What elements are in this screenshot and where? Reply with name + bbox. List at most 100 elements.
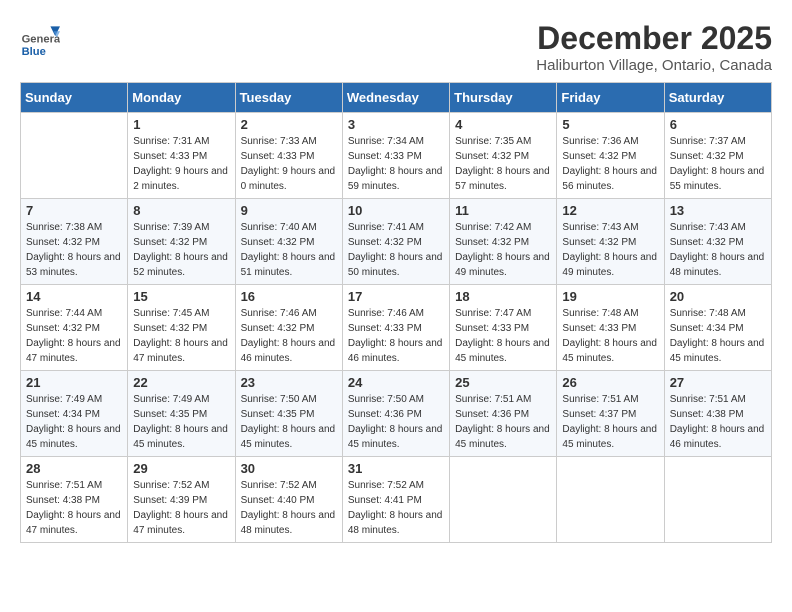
calendar-week-row: 14 Sunrise: 7:44 AMSunset: 4:32 PMDaylig…: [21, 285, 772, 371]
calendar-table: SundayMondayTuesdayWednesdayThursdayFrid…: [20, 82, 772, 543]
day-info: Sunrise: 7:46 AMSunset: 4:33 PMDaylight:…: [348, 308, 443, 364]
day-info: Sunrise: 7:48 AMSunset: 4:33 PMDaylight:…: [562, 308, 657, 364]
weekday-header-row: SundayMondayTuesdayWednesdayThursdayFrid…: [21, 83, 772, 113]
day-info: Sunrise: 7:34 AMSunset: 4:33 PMDaylight:…: [348, 136, 443, 192]
calendar-day-cell: 7 Sunrise: 7:38 AMSunset: 4:32 PMDayligh…: [21, 199, 128, 285]
weekday-header-wednesday: Wednesday: [342, 83, 449, 113]
calendar-day-cell: 26 Sunrise: 7:51 AMSunset: 4:37 PMDaylig…: [557, 371, 664, 457]
svg-text:Blue: Blue: [22, 46, 46, 58]
calendar-day-cell: 3 Sunrise: 7:34 AMSunset: 4:33 PMDayligh…: [342, 113, 449, 199]
calendar-day-cell: [450, 457, 557, 543]
calendar-day-cell: 10 Sunrise: 7:41 AMSunset: 4:32 PMDaylig…: [342, 199, 449, 285]
weekday-header-sunday: Sunday: [21, 83, 128, 113]
calendar-day-cell: 30 Sunrise: 7:52 AMSunset: 4:40 PMDaylig…: [235, 457, 342, 543]
calendar-day-cell: 13 Sunrise: 7:43 AMSunset: 4:32 PMDaylig…: [664, 199, 771, 285]
day-info: Sunrise: 7:49 AMSunset: 4:34 PMDaylight:…: [26, 394, 121, 450]
calendar-day-cell: 12 Sunrise: 7:43 AMSunset: 4:32 PMDaylig…: [557, 199, 664, 285]
day-number: 1: [133, 117, 229, 132]
day-number: 10: [348, 203, 444, 218]
calendar-day-cell: 31 Sunrise: 7:52 AMSunset: 4:41 PMDaylig…: [342, 457, 449, 543]
day-number: 17: [348, 289, 444, 304]
calendar-day-cell: 22 Sunrise: 7:49 AMSunset: 4:35 PMDaylig…: [128, 371, 235, 457]
day-info: Sunrise: 7:40 AMSunset: 4:32 PMDaylight:…: [241, 222, 336, 278]
weekday-header-friday: Friday: [557, 83, 664, 113]
day-number: 18: [455, 289, 551, 304]
weekday-header-thursday: Thursday: [450, 83, 557, 113]
weekday-header-monday: Monday: [128, 83, 235, 113]
day-info: Sunrise: 7:47 AMSunset: 4:33 PMDaylight:…: [455, 308, 550, 364]
day-number: 29: [133, 461, 229, 476]
calendar-day-cell: 4 Sunrise: 7:35 AMSunset: 4:32 PMDayligh…: [450, 113, 557, 199]
calendar-day-cell: 24 Sunrise: 7:50 AMSunset: 4:36 PMDaylig…: [342, 371, 449, 457]
day-info: Sunrise: 7:48 AMSunset: 4:34 PMDaylight:…: [670, 308, 765, 364]
calendar-day-cell: 18 Sunrise: 7:47 AMSunset: 4:33 PMDaylig…: [450, 285, 557, 371]
day-number: 4: [455, 117, 551, 132]
day-info: Sunrise: 7:46 AMSunset: 4:32 PMDaylight:…: [241, 308, 336, 364]
day-info: Sunrise: 7:43 AMSunset: 4:32 PMDaylight:…: [670, 222, 765, 278]
day-info: Sunrise: 7:39 AMSunset: 4:32 PMDaylight:…: [133, 222, 228, 278]
day-number: 3: [348, 117, 444, 132]
day-number: 12: [562, 203, 658, 218]
day-number: 26: [562, 375, 658, 390]
calendar-day-cell: 23 Sunrise: 7:50 AMSunset: 4:35 PMDaylig…: [235, 371, 342, 457]
day-info: Sunrise: 7:51 AMSunset: 4:38 PMDaylight:…: [670, 394, 765, 450]
header: General Blue December 2025 Haliburton Vi…: [20, 20, 772, 74]
day-number: 19: [562, 289, 658, 304]
day-number: 6: [670, 117, 766, 132]
day-number: 9: [241, 203, 337, 218]
day-info: Sunrise: 7:50 AMSunset: 4:35 PMDaylight:…: [241, 394, 336, 450]
calendar-day-cell: 19 Sunrise: 7:48 AMSunset: 4:33 PMDaylig…: [557, 285, 664, 371]
day-number: 15: [133, 289, 229, 304]
calendar-day-cell: 6 Sunrise: 7:37 AMSunset: 4:32 PMDayligh…: [664, 113, 771, 199]
day-number: 31: [348, 461, 444, 476]
day-number: 28: [26, 461, 122, 476]
location-subtitle: Haliburton Village, Ontario, Canada: [536, 57, 772, 74]
calendar-week-row: 7 Sunrise: 7:38 AMSunset: 4:32 PMDayligh…: [21, 199, 772, 285]
weekday-header-tuesday: Tuesday: [235, 83, 342, 113]
day-number: 30: [241, 461, 337, 476]
day-number: 20: [670, 289, 766, 304]
calendar-day-cell: 25 Sunrise: 7:51 AMSunset: 4:36 PMDaylig…: [450, 371, 557, 457]
day-number: 14: [26, 289, 122, 304]
calendar-day-cell: 11 Sunrise: 7:42 AMSunset: 4:32 PMDaylig…: [450, 199, 557, 285]
day-info: Sunrise: 7:51 AMSunset: 4:36 PMDaylight:…: [455, 394, 550, 450]
day-number: 16: [241, 289, 337, 304]
calendar-day-cell: 15 Sunrise: 7:45 AMSunset: 4:32 PMDaylig…: [128, 285, 235, 371]
day-info: Sunrise: 7:52 AMSunset: 4:39 PMDaylight:…: [133, 480, 228, 536]
day-info: Sunrise: 7:52 AMSunset: 4:41 PMDaylight:…: [348, 480, 443, 536]
day-number: 22: [133, 375, 229, 390]
day-number: 23: [241, 375, 337, 390]
day-info: Sunrise: 7:35 AMSunset: 4:32 PMDaylight:…: [455, 136, 550, 192]
day-number: 13: [670, 203, 766, 218]
day-number: 8: [133, 203, 229, 218]
calendar-day-cell: 17 Sunrise: 7:46 AMSunset: 4:33 PMDaylig…: [342, 285, 449, 371]
day-info: Sunrise: 7:31 AMSunset: 4:33 PMDaylight:…: [133, 136, 228, 192]
calendar-week-row: 21 Sunrise: 7:49 AMSunset: 4:34 PMDaylig…: [21, 371, 772, 457]
calendar-day-cell: [557, 457, 664, 543]
weekday-header-saturday: Saturday: [664, 83, 771, 113]
day-number: 7: [26, 203, 122, 218]
day-info: Sunrise: 7:51 AMSunset: 4:38 PMDaylight:…: [26, 480, 121, 536]
calendar-day-cell: 14 Sunrise: 7:44 AMSunset: 4:32 PMDaylig…: [21, 285, 128, 371]
calendar-day-cell: 2 Sunrise: 7:33 AMSunset: 4:33 PMDayligh…: [235, 113, 342, 199]
calendar-day-cell: 5 Sunrise: 7:36 AMSunset: 4:32 PMDayligh…: [557, 113, 664, 199]
day-info: Sunrise: 7:38 AMSunset: 4:32 PMDaylight:…: [26, 222, 121, 278]
day-info: Sunrise: 7:41 AMSunset: 4:32 PMDaylight:…: [348, 222, 443, 278]
day-number: 5: [562, 117, 658, 132]
logo: General Blue: [20, 20, 64, 60]
day-info: Sunrise: 7:33 AMSunset: 4:33 PMDaylight:…: [241, 136, 336, 192]
day-info: Sunrise: 7:51 AMSunset: 4:37 PMDaylight:…: [562, 394, 657, 450]
day-number: 11: [455, 203, 551, 218]
day-info: Sunrise: 7:44 AMSunset: 4:32 PMDaylight:…: [26, 308, 121, 364]
logo-icon: General Blue: [20, 20, 60, 60]
day-number: 2: [241, 117, 337, 132]
day-info: Sunrise: 7:43 AMSunset: 4:32 PMDaylight:…: [562, 222, 657, 278]
calendar-day-cell: 29 Sunrise: 7:52 AMSunset: 4:39 PMDaylig…: [128, 457, 235, 543]
calendar-week-row: 28 Sunrise: 7:51 AMSunset: 4:38 PMDaylig…: [21, 457, 772, 543]
day-info: Sunrise: 7:50 AMSunset: 4:36 PMDaylight:…: [348, 394, 443, 450]
calendar-day-cell: [21, 113, 128, 199]
day-info: Sunrise: 7:49 AMSunset: 4:35 PMDaylight:…: [133, 394, 228, 450]
day-number: 25: [455, 375, 551, 390]
day-info: Sunrise: 7:45 AMSunset: 4:32 PMDaylight:…: [133, 308, 228, 364]
calendar-day-cell: 16 Sunrise: 7:46 AMSunset: 4:32 PMDaylig…: [235, 285, 342, 371]
